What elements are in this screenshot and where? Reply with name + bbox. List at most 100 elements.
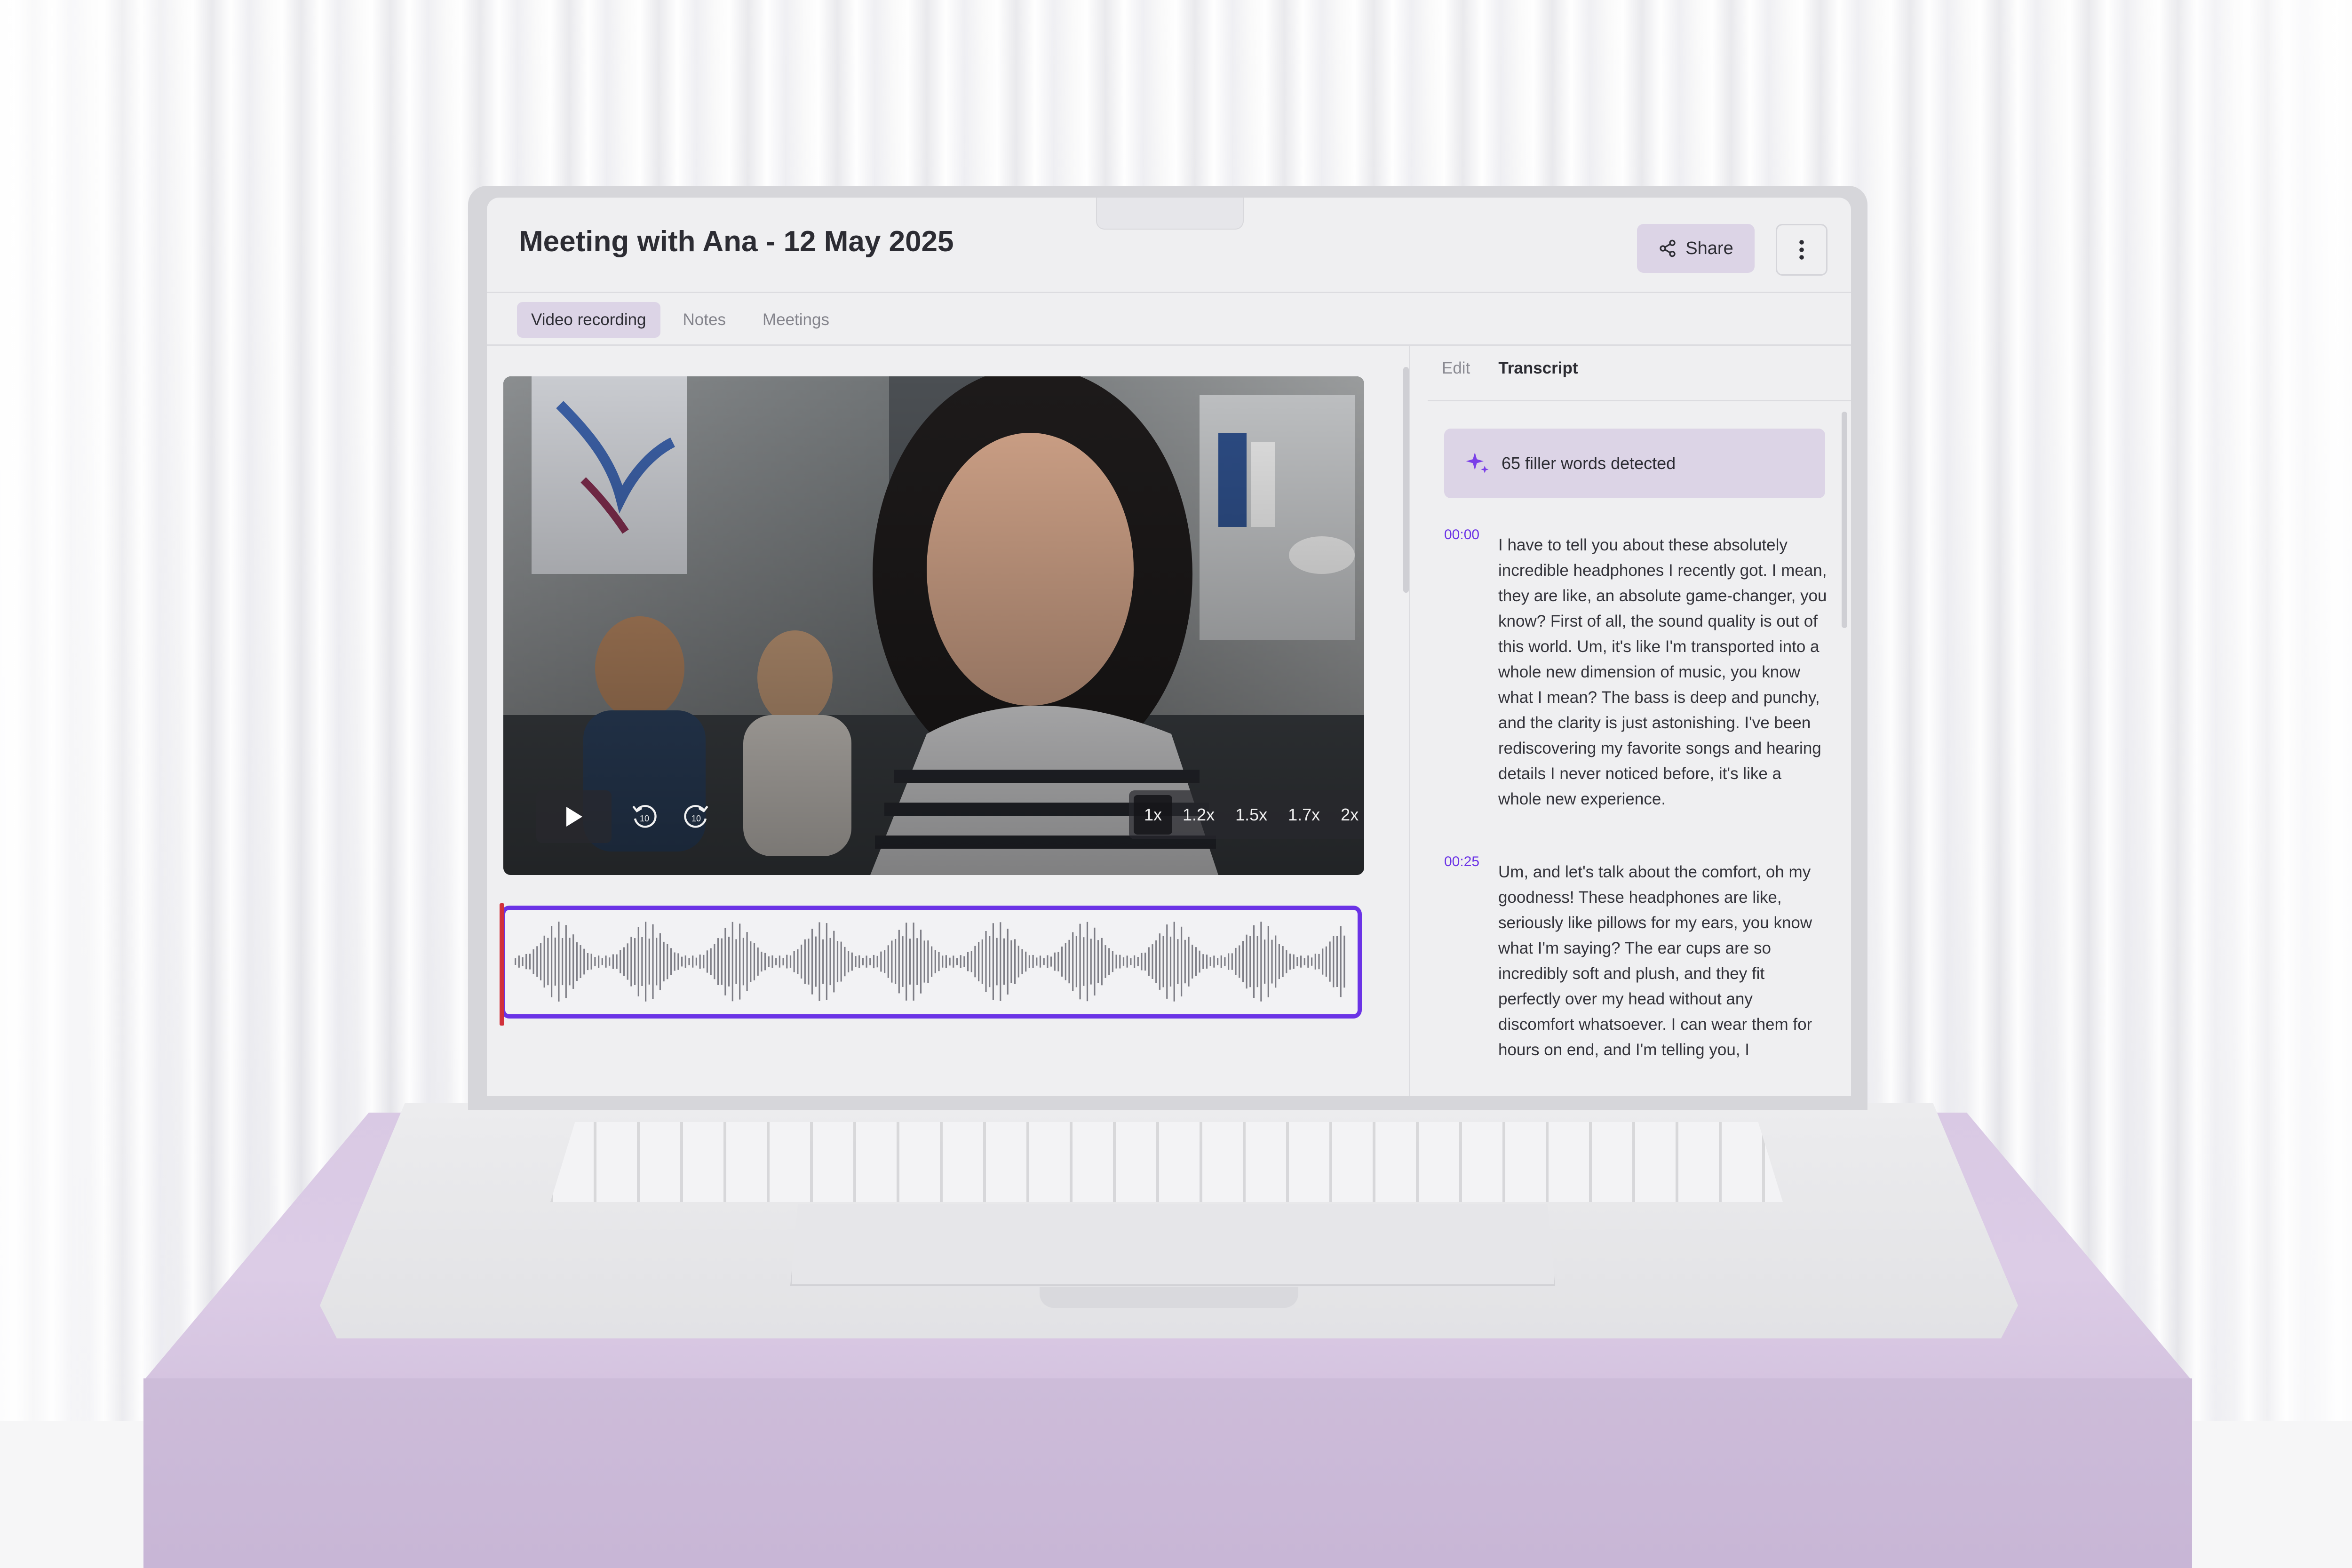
waveform-bar [1017,946,1019,978]
waveform-bar [1202,954,1204,969]
play-icon [566,807,582,827]
speed-1-2x[interactable]: 1.2x [1172,795,1225,835]
forward-10-button[interactable]: 10 [677,798,715,836]
waveform-bar [851,952,853,971]
waveform-bar [1293,954,1295,969]
waveform-bar [1050,956,1052,967]
tab-video-recording[interactable]: Video recording [517,302,660,338]
waveform-bar [731,922,733,1002]
waveform-bar [1025,951,1027,972]
waveform-bar [1083,937,1085,986]
speed-1-7x[interactable]: 1.7x [1278,795,1330,835]
rewind-10-button[interactable]: 10 [626,798,663,836]
waveform-bar [1014,939,1016,984]
waveform-bar [1075,936,1077,987]
waveform-bar [1101,938,1103,986]
video-pane: 10 10 1x 1.2x 1.5x 1.7x 2x [487,346,1409,1096]
waveform-bar [1253,925,1255,998]
transcript-timestamp[interactable]: 00:00 [1444,527,1479,543]
waveform-bar [569,938,571,986]
waveform-bar [1079,923,1081,1000]
waveform-bar [518,955,520,968]
waveform-bars [515,922,1345,1002]
waveform-bar [793,951,795,972]
waveform-bar [1108,948,1110,975]
waveform-bar [866,955,867,968]
waveform-bar [1054,952,1056,971]
waveform-bar [1068,939,1070,984]
waveform-bar [974,946,976,978]
waveform-bar [681,956,683,967]
tab-transcript[interactable]: Transcript [1498,359,1578,378]
audio-waveform[interactable] [500,903,1362,1026]
share-button[interactable]: Share [1637,224,1755,273]
waveform-bar [601,958,603,965]
waveform-bar [587,953,589,971]
waveform-bar [620,950,621,973]
filler-words-banner[interactable]: 65 filler words detected [1444,429,1825,498]
video-pane-scrollbar[interactable] [1403,367,1409,593]
waveform-bar [902,936,904,987]
waveform-bar [1300,955,1302,968]
waveform-bar [1104,945,1106,978]
speed-1x[interactable]: 1x [1134,795,1173,835]
sparkle-icon [1466,452,1489,473]
waveform-bar [927,940,929,983]
waveform-bar [945,955,947,968]
pedestal-front [143,1378,2192,1568]
speed-1-5x[interactable]: 1.5x [1225,795,1278,835]
video-player[interactable]: 10 10 1x 1.2x 1.5x 1.7x 2x [503,376,1364,875]
transcript-timestamp[interactable]: 00:25 [1444,854,1479,870]
waveform-bar [1235,947,1237,975]
waveform-bar [1188,937,1190,987]
tab-meetings[interactable]: Meetings [748,302,843,338]
waveform-bar [1209,957,1211,966]
waveform-bar [692,955,694,968]
waveform-bar [753,943,755,980]
waveform-bar [862,958,864,965]
waveform-bar [1242,941,1244,982]
waveform-bar [836,941,839,982]
waveform-bar [1144,952,1146,971]
share-button-label: Share [1685,238,1733,258]
svg-text:10: 10 [691,814,701,823]
waveform-bar [721,938,723,985]
app-header: Meeting with Ana - 12 May 2025 Share [487,198,1851,293]
waveform-bar [1271,939,1273,984]
playhead[interactable] [500,903,504,1026]
tab-notes[interactable]: Notes [669,302,740,338]
waveform-bar [1246,934,1248,989]
speed-2x[interactable]: 2x [1330,795,1364,835]
more-options-button[interactable] [1776,224,1828,276]
pane-divider [1409,346,1410,1096]
waveform-bar [1028,955,1030,968]
tab-edit[interactable]: Edit [1442,359,1470,378]
waveform-bar [1181,926,1183,997]
transcript-scrollbar[interactable] [1842,412,1847,628]
waveform-bar [529,954,531,970]
waveform-bar [1206,955,1208,969]
waveform-bar [789,955,792,968]
waveform-bar [735,939,737,984]
waveform-bar [1307,955,1309,968]
waveform-bar [710,948,712,975]
waveform-bar [963,956,965,967]
waveform-bar [1303,958,1305,965]
waveform-bar [1343,935,1345,988]
waveform-bar [1260,922,1262,1002]
waveform-bar [1318,954,1320,970]
waveform-bar [656,938,658,986]
waveform-bar [1340,926,1342,997]
waveform-bar [934,950,936,973]
player-controls: 10 10 [536,790,715,843]
waveform-bar [1296,957,1298,966]
waveform-bar [1159,933,1160,990]
waveform-bar [1047,955,1049,968]
laptop-lid-notch [1040,1287,1298,1308]
waveform-bar [880,951,882,972]
waveform-bar [840,941,842,982]
play-button[interactable] [536,790,612,843]
waveform-bar [826,923,827,1000]
waveform-bar [547,938,549,986]
waveform-bar [869,958,871,965]
